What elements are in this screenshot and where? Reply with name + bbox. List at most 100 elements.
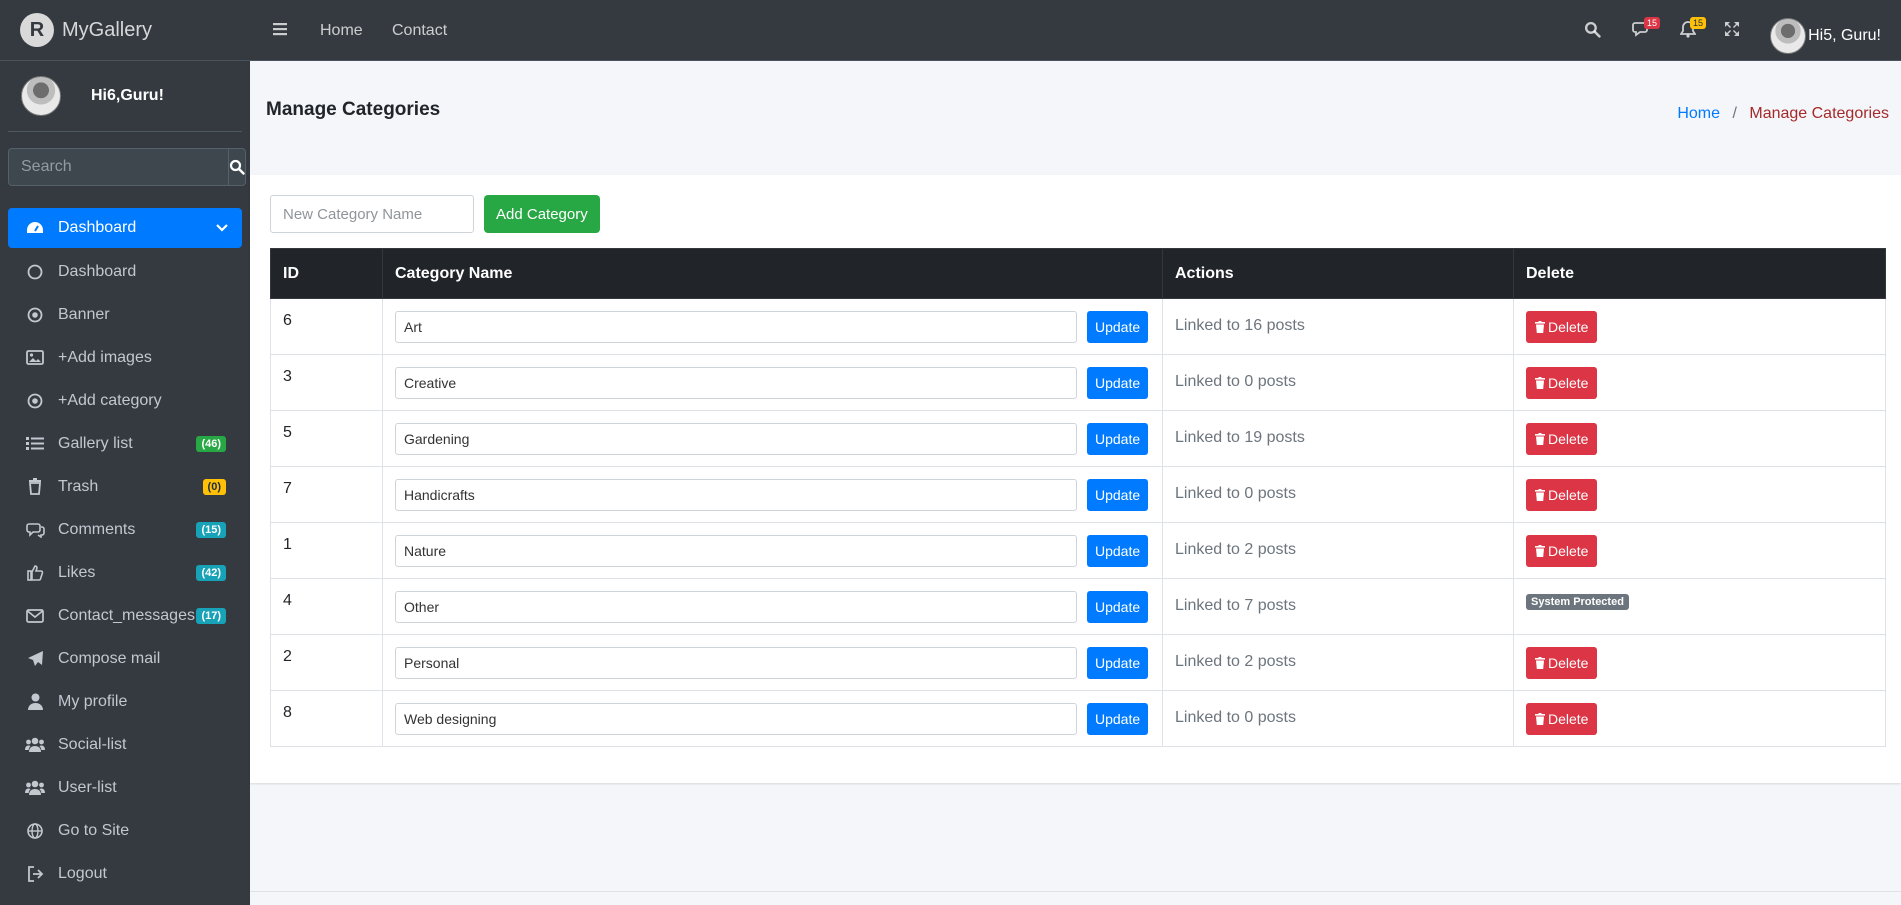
page-title: Manage Categories [266,99,441,120]
dot-circle-icon [24,392,46,410]
category-id: 8 [270,690,383,747]
update-button[interactable]: Update [1087,310,1149,343]
category-name-input[interactable] [395,534,1077,567]
delete-label: Delete [1548,319,1589,335]
category-name-input[interactable] [395,366,1077,399]
linked-posts: Linked to 0 posts [1162,690,1514,747]
brand-logo-icon: R [20,13,54,47]
sidebar-nav: Dashboard Dashboard Banner +Add images +Add … [8,208,242,895]
category-name-input[interactable] [395,646,1077,679]
sidebar-item-contact-messages[interactable]: Contact_messages (17) [8,594,242,637]
sidebar-item-go-to-site[interactable]: Go to Site [8,809,242,852]
sidebar-item-user-list[interactable]: User-list [8,766,242,809]
header-id: ID [270,248,383,299]
sidebar-item-dashboard[interactable]: Dashboard [8,208,242,248]
category-name-cell: Update [382,690,1163,747]
topbar: Home Contact 15 15 Hi5, Guru! [250,0,1901,61]
new-category-input[interactable] [270,195,474,233]
sidebar-item-comments[interactable]: Comments (15) [8,508,242,551]
sidebar-item-social-list[interactable]: Social-list [8,723,242,766]
search-button[interactable] [228,148,246,186]
trash-icon [1535,713,1545,725]
search-input[interactable] [8,148,228,186]
user-panel: Hi6,Guru! [8,61,242,132]
delete-button[interactable]: Delete [1526,311,1598,343]
delete-label: Delete [1548,655,1589,671]
sidebar-item-likes[interactable]: Likes (42) [8,551,242,594]
update-button[interactable]: Update [1087,646,1149,679]
comments-icon [24,521,46,539]
linked-posts: Linked to 16 posts [1162,298,1514,355]
update-button[interactable]: Update [1087,534,1149,567]
add-category-button[interactable]: Add Category [484,195,600,233]
delete-label: Delete [1548,711,1589,727]
table-row: 1 Update Linked to 2 posts Delete [270,522,1886,579]
delete-cell: Delete [1513,354,1886,411]
header-actions: Actions [1162,248,1514,299]
sidebar-item-banner[interactable]: Banner [8,293,242,336]
sidebar-item-logout[interactable]: Logout [8,852,242,895]
delete-cell: Delete [1513,522,1886,579]
brand-link[interactable]: R MyGallery [0,0,250,61]
user-icon [24,693,46,711]
footer-divider [250,891,1901,892]
users-icon [24,779,46,797]
category-name-cell: Update [382,466,1163,523]
delete-button[interactable]: Delete [1526,479,1598,511]
menu-toggle-button[interactable] [272,21,288,42]
sidebar-item-label: Contact_messages [58,606,195,624]
notifications-button[interactable]: 15 [1679,17,1707,43]
trash-icon [1535,377,1545,389]
delete-button[interactable]: Delete [1526,423,1598,455]
update-button[interactable]: Update [1087,478,1149,511]
sidebar-item-my-profile[interactable]: My profile [8,680,242,723]
sidebar-item-dashboard[interactable]: Dashboard [8,250,242,293]
breadcrumb-home-link[interactable]: Home [1677,105,1720,122]
category-name-input[interactable] [395,478,1077,511]
sidebar-user-name[interactable]: Hi6,Guru! [91,87,164,105]
update-button[interactable]: Update [1087,366,1149,399]
category-id: 6 [270,298,383,355]
category-name-input[interactable] [395,310,1077,343]
list-icon [24,435,46,453]
sidebar-item-gallery-list[interactable]: Gallery list (46) [8,422,242,465]
top-user-menu[interactable]: Hi5, Guru! [1770,18,1881,54]
category-id: 5 [270,410,383,467]
linked-posts: Linked to 2 posts [1162,522,1514,579]
count-badge: (17) [196,607,226,624]
hamburger-icon [273,23,287,36]
delete-cell: Delete [1513,690,1886,747]
sidebar-item-compose-mail[interactable]: Compose mail [8,637,242,680]
notifications-count-badge: 15 [1690,17,1707,29]
nav-link-home[interactable]: Home [320,22,363,40]
top-search-button[interactable] [1584,21,1601,43]
update-button[interactable]: Update [1087,590,1149,623]
breadcrumb-current: Manage Categories [1749,105,1889,122]
delete-button[interactable]: Delete [1526,647,1598,679]
top-user-greeting: Hi5, Guru! [1808,27,1881,44]
delete-cell: System Protected [1513,578,1886,635]
messages-count-badge: 15 [1644,17,1661,29]
delete-button[interactable]: Delete [1526,367,1598,399]
sidebar-item-label: Dashboard [58,219,137,236]
delete-label: Delete [1548,543,1589,559]
linked-posts: Linked to 0 posts [1162,354,1514,411]
sidebar-item-label: Compose mail [58,649,161,667]
messages-button[interactable]: 15 [1632,17,1661,42]
sidebar-item-trash[interactable]: Trash (0) [8,465,242,508]
delete-button[interactable]: Delete [1526,703,1598,735]
search-icon [229,159,245,175]
delete-cell: Delete [1513,298,1886,355]
sidebar-item-add-images[interactable]: +Add images [8,336,242,379]
nav-link-contact[interactable]: Contact [392,22,447,40]
category-name-input[interactable] [395,702,1077,735]
delete-button[interactable]: Delete [1526,535,1598,567]
table-row: 3 Update Linked to 0 posts Delete [270,354,1886,411]
update-button[interactable]: Update [1087,702,1149,735]
fullscreen-button[interactable] [1724,21,1740,42]
sidebar-item-label: Comments [58,520,136,538]
update-button[interactable]: Update [1087,422,1149,455]
category-name-input[interactable] [395,590,1077,623]
sidebar-item-add-category[interactable]: +Add category [8,379,242,422]
category-name-input[interactable] [395,422,1077,455]
